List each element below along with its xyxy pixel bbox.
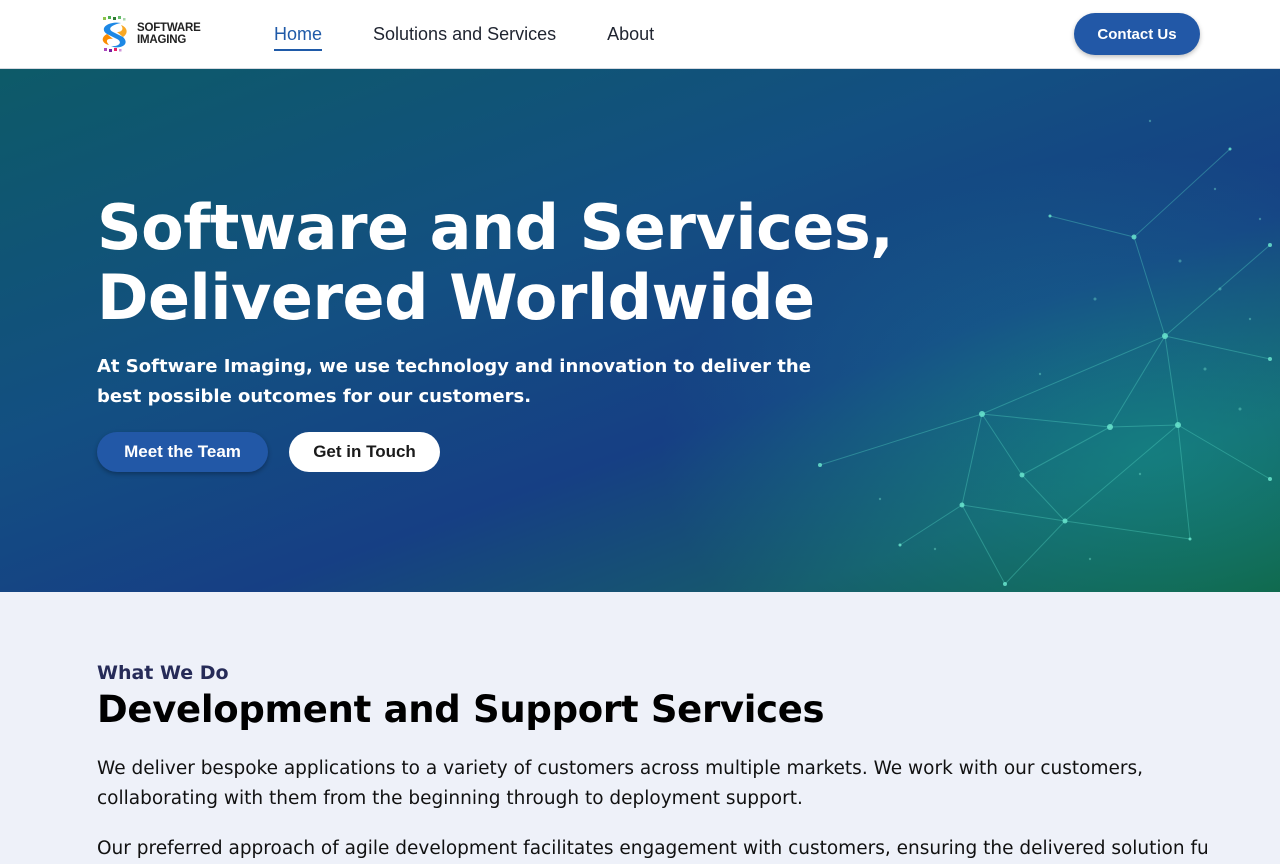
nav-home[interactable]: Home: [274, 18, 323, 51]
section-paragraph-1: We deliver bespoke applications to a var…: [97, 758, 1143, 809]
hero-title: Software and Services, Delivered Worldwi…: [97, 193, 997, 333]
logo[interactable]: SOFTWARE IMAGING: [97, 14, 209, 54]
what-we-do-section: What We Do Development and Support Servi…: [0, 592, 1280, 859]
contact-us-button[interactable]: Contact Us: [1074, 13, 1200, 55]
hero-banner: Software and Services, Delivered Worldwi…: [0, 69, 1280, 592]
hero-title-line-1: Software and Services,: [97, 191, 894, 264]
section-title: Development and Support Services: [97, 688, 825, 731]
nav-about[interactable]: About: [607, 18, 654, 51]
section-paragraph-2: Our preferred approach of agile developm…: [97, 838, 1207, 859]
software-imaging-logo-mark-icon: [102, 16, 127, 52]
meet-the-team-button[interactable]: Meet the Team: [97, 432, 268, 472]
section-eyebrow: What We Do: [97, 662, 229, 684]
hero-subtitle: At Software Imaging, we use technology a…: [97, 356, 811, 407]
logo-line-2: IMAGING: [137, 34, 187, 46]
site-header: SOFTWARE IMAGING Home Solutions and Serv…: [0, 0, 1280, 69]
nav-solutions-and-services[interactable]: Solutions and Services: [373, 18, 556, 51]
get-in-touch-button[interactable]: Get in Touch: [289, 432, 440, 472]
logo-text: SOFTWARE IMAGING: [137, 22, 201, 46]
main-nav: Home Solutions and Services About: [274, 0, 705, 69]
hero-title-line-2: Delivered Worldwide: [97, 261, 815, 334]
logo-line-1: SOFTWARE: [137, 22, 201, 34]
